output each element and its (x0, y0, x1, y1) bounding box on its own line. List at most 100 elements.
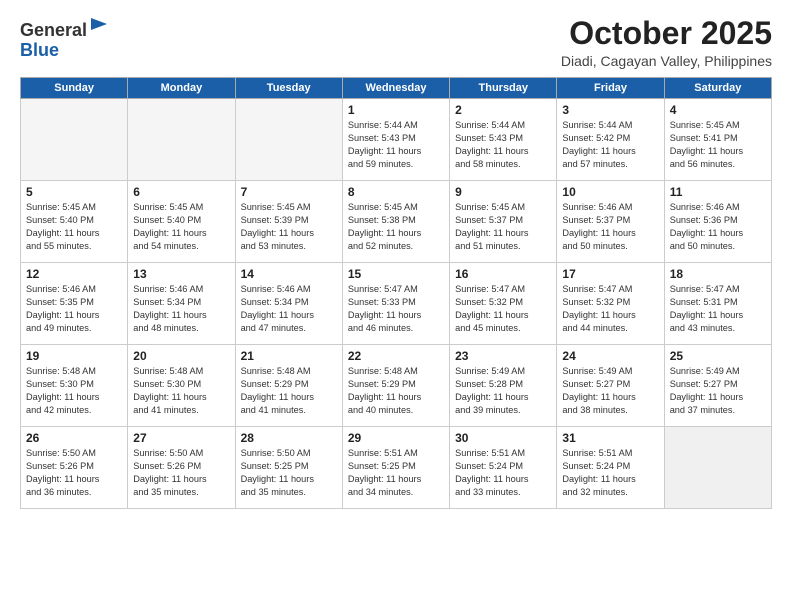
day-info: Sunrise: 5:50 AM Sunset: 5:26 PM Dayligh… (26, 447, 122, 499)
calendar-cell: 9 Sunrise: 5:45 AM Sunset: 5:37 PM Daylig… (450, 181, 557, 263)
calendar-cell: 27 Sunrise: 5:50 AM Sunset: 5:26 PM Dayli… (128, 427, 235, 509)
day-number: 31 (562, 431, 658, 445)
day-info: Sunrise: 5:45 AM Sunset: 5:38 PM Dayligh… (348, 201, 444, 253)
logo-flag-icon (89, 16, 109, 36)
day-number: 8 (348, 185, 444, 199)
day-info: Sunrise: 5:49 AM Sunset: 5:28 PM Dayligh… (455, 365, 551, 417)
calendar-cell: 29 Sunrise: 5:51 AM Sunset: 5:25 PM Dayli… (342, 427, 449, 509)
day-info: Sunrise: 5:45 AM Sunset: 5:37 PM Dayligh… (455, 201, 551, 253)
calendar-cell: 11 Sunrise: 5:46 AM Sunset: 5:36 PM Dayli… (664, 181, 771, 263)
day-info: Sunrise: 5:51 AM Sunset: 5:24 PM Dayligh… (455, 447, 551, 499)
calendar-cell: 12 Sunrise: 5:46 AM Sunset: 5:35 PM Dayli… (21, 263, 128, 345)
day-info: Sunrise: 5:47 AM Sunset: 5:32 PM Dayligh… (455, 283, 551, 335)
day-number: 9 (455, 185, 551, 199)
day-number: 4 (670, 103, 766, 117)
calendar-cell: 18Sunrise: 5:47 AM Sunset: 5:31 PM Dayli… (664, 263, 771, 345)
day-info: Sunrise: 5:46 AM Sunset: 5:36 PM Dayligh… (670, 201, 766, 253)
day-info: Sunrise: 5:48 AM Sunset: 5:30 PM Dayligh… (26, 365, 122, 417)
day-info: Sunrise: 5:47 AM Sunset: 5:31 PM Dayligh… (670, 283, 766, 335)
calendar-cell: 25Sunrise: 5:49 AM Sunset: 5:27 PM Dayli… (664, 345, 771, 427)
day-number: 26 (26, 431, 122, 445)
day-number: 17 (562, 267, 658, 281)
header-sunday: Sunday (21, 78, 128, 99)
calendar-cell: 24Sunrise: 5:49 AM Sunset: 5:27 PM Dayli… (557, 345, 664, 427)
header-tuesday: Tuesday (235, 78, 342, 99)
calendar-cell: 26 Sunrise: 5:50 AM Sunset: 5:26 PM Dayli… (21, 427, 128, 509)
day-info: Sunrise: 5:50 AM Sunset: 5:25 PM Dayligh… (241, 447, 337, 499)
day-info: Sunrise: 5:45 AM Sunset: 5:40 PM Dayligh… (133, 201, 229, 253)
day-number: 14 (241, 267, 337, 281)
calendar-table: Sunday Monday Tuesday Wednesday Thursday… (20, 77, 772, 509)
logo-general-text: General (20, 20, 87, 40)
day-info: Sunrise: 5:46 AM Sunset: 5:35 PM Dayligh… (26, 283, 122, 335)
day-number: 21 (241, 349, 337, 363)
header-friday: Friday (557, 78, 664, 99)
day-info: Sunrise: 5:45 AM Sunset: 5:41 PM Dayligh… (670, 119, 766, 171)
calendar-cell: 31Sunrise: 5:51 AM Sunset: 5:24 PM Dayli… (557, 427, 664, 509)
location: Diadi, Cagayan Valley, Philippines (561, 53, 772, 69)
day-info: Sunrise: 5:47 AM Sunset: 5:33 PM Dayligh… (348, 283, 444, 335)
calendar-cell: 3Sunrise: 5:44 AM Sunset: 5:42 PM Daylig… (557, 99, 664, 181)
calendar-cell: 1 Sunrise: 5:44 AM Sunset: 5:43 PM Daylig… (342, 99, 449, 181)
day-number: 1 (348, 103, 444, 117)
day-info: Sunrise: 5:44 AM Sunset: 5:42 PM Dayligh… (562, 119, 658, 171)
week-row-4: 19 Sunrise: 5:48 AM Sunset: 5:30 PM Dayli… (21, 345, 772, 427)
day-number: 11 (670, 185, 766, 199)
calendar-cell (128, 99, 235, 181)
calendar-cell: 15 Sunrise: 5:47 AM Sunset: 5:33 PM Dayli… (342, 263, 449, 345)
day-info: Sunrise: 5:46 AM Sunset: 5:37 PM Dayligh… (562, 201, 658, 253)
calendar-cell: 16Sunrise: 5:47 AM Sunset: 5:32 PM Dayli… (450, 263, 557, 345)
day-number: 10 (562, 185, 658, 199)
day-info: Sunrise: 5:44 AM Sunset: 5:43 PM Dayligh… (348, 119, 444, 171)
title-block: October 2025 Diadi, Cagayan Valley, Phil… (561, 16, 772, 69)
day-number: 27 (133, 431, 229, 445)
calendar-cell: 13 Sunrise: 5:46 AM Sunset: 5:34 PM Dayli… (128, 263, 235, 345)
day-number: 15 (348, 267, 444, 281)
week-row-3: 12 Sunrise: 5:46 AM Sunset: 5:35 PM Dayli… (21, 263, 772, 345)
day-info: Sunrise: 5:48 AM Sunset: 5:30 PM Dayligh… (133, 365, 229, 417)
day-info: Sunrise: 5:46 AM Sunset: 5:34 PM Dayligh… (241, 283, 337, 335)
page-container: General Blue October 2025 Diadi, Cagayan… (0, 0, 792, 519)
calendar-cell: 20 Sunrise: 5:48 AM Sunset: 5:30 PM Dayli… (128, 345, 235, 427)
logo-blue-text: Blue (20, 40, 59, 60)
day-number: 28 (241, 431, 337, 445)
calendar-cell: 7Sunrise: 5:45 AM Sunset: 5:39 PM Daylig… (235, 181, 342, 263)
day-info: Sunrise: 5:48 AM Sunset: 5:29 PM Dayligh… (241, 365, 337, 417)
calendar-cell: 19 Sunrise: 5:48 AM Sunset: 5:30 PM Dayli… (21, 345, 128, 427)
day-number: 22 (348, 349, 444, 363)
calendar-cell (21, 99, 128, 181)
calendar-cell: 28 Sunrise: 5:50 AM Sunset: 5:25 PM Dayli… (235, 427, 342, 509)
day-number: 30 (455, 431, 551, 445)
day-info: Sunrise: 5:51 AM Sunset: 5:25 PM Dayligh… (348, 447, 444, 499)
day-number: 19 (26, 349, 122, 363)
calendar-cell: 23Sunrise: 5:49 AM Sunset: 5:28 PM Dayli… (450, 345, 557, 427)
header: General Blue October 2025 Diadi, Cagayan… (20, 16, 772, 69)
header-wednesday: Wednesday (342, 78, 449, 99)
calendar-cell (664, 427, 771, 509)
day-info: Sunrise: 5:48 AM Sunset: 5:29 PM Dayligh… (348, 365, 444, 417)
calendar-cell: 22 Sunrise: 5:48 AM Sunset: 5:29 PM Dayli… (342, 345, 449, 427)
week-row-2: 5Sunrise: 5:45 AM Sunset: 5:40 PM Daylig… (21, 181, 772, 263)
calendar-cell: 8 Sunrise: 5:45 AM Sunset: 5:38 PM Daylig… (342, 181, 449, 263)
calendar-cell: 30 Sunrise: 5:51 AM Sunset: 5:24 PM Dayli… (450, 427, 557, 509)
month-title: October 2025 (561, 16, 772, 51)
day-number: 6 (133, 185, 229, 199)
day-info: Sunrise: 5:49 AM Sunset: 5:27 PM Dayligh… (670, 365, 766, 417)
day-number: 20 (133, 349, 229, 363)
day-info: Sunrise: 5:50 AM Sunset: 5:26 PM Dayligh… (133, 447, 229, 499)
calendar-cell: 5Sunrise: 5:45 AM Sunset: 5:40 PM Daylig… (21, 181, 128, 263)
day-info: Sunrise: 5:45 AM Sunset: 5:39 PM Dayligh… (241, 201, 337, 253)
day-number: 13 (133, 267, 229, 281)
header-thursday: Thursday (450, 78, 557, 99)
calendar-cell: 10 Sunrise: 5:46 AM Sunset: 5:37 PM Dayli… (557, 181, 664, 263)
day-info: Sunrise: 5:46 AM Sunset: 5:34 PM Dayligh… (133, 283, 229, 335)
week-row-1: 1 Sunrise: 5:44 AM Sunset: 5:43 PM Daylig… (21, 99, 772, 181)
header-saturday: Saturday (664, 78, 771, 99)
calendar-cell: 21 Sunrise: 5:48 AM Sunset: 5:29 PM Dayli… (235, 345, 342, 427)
calendar-cell (235, 99, 342, 181)
day-number: 2 (455, 103, 551, 117)
day-number: 12 (26, 267, 122, 281)
day-info: Sunrise: 5:49 AM Sunset: 5:27 PM Dayligh… (562, 365, 658, 417)
day-number: 29 (348, 431, 444, 445)
calendar-cell: 6 Sunrise: 5:45 AM Sunset: 5:40 PM Daylig… (128, 181, 235, 263)
